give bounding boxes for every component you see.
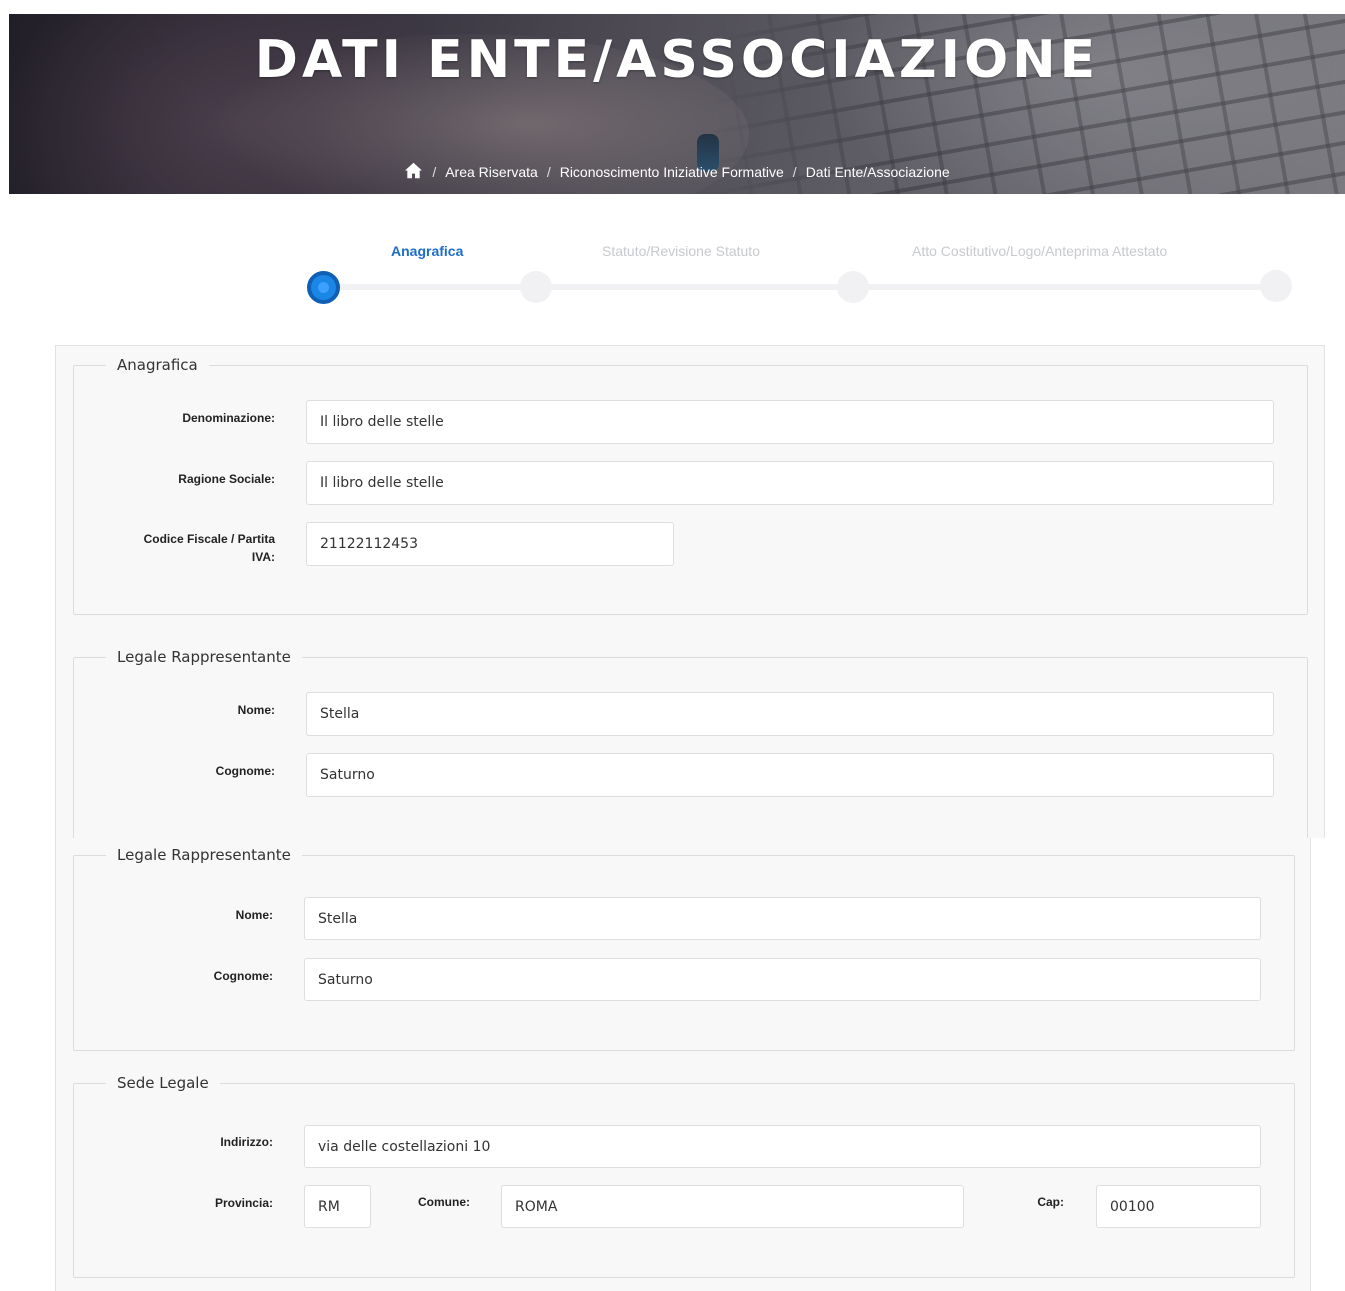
legend-sede-legale: Sede Legale: [117, 1074, 209, 1092]
fieldset-legale-rappresentante: Legale Rappresentante: [73, 648, 1308, 848]
breadcrumb-separator: /: [546, 164, 551, 180]
comune-input[interactable]: ROMA: [501, 1185, 964, 1228]
codice-fiscale-label-line2: IVA:: [251, 550, 275, 564]
step-label-atto-costitutivo[interactable]: Atto Costitutivo/Logo/Anteprima Attestat…: [912, 243, 1167, 259]
codice-fiscale-input[interactable]: 21122112453: [306, 522, 674, 566]
ragione-sociale-input[interactable]: Il libro delle stelle: [306, 461, 1274, 505]
breadcrumb: / Area Riservata / Riconoscimento Inizia…: [9, 162, 1345, 182]
codice-fiscale-label-line1: Codice Fiscale / Partita: [143, 532, 275, 546]
breadcrumb-item-riconoscimento[interactable]: Riconoscimento Iniziative Formative: [560, 164, 784, 180]
breadcrumb-item-current: Dati Ente/Associazione: [805, 164, 950, 180]
step-label-anagrafica[interactable]: Anagrafica: [391, 243, 463, 259]
legend-legale-rappresentante: Legale Rappresentante: [117, 648, 291, 666]
nome-input-2[interactable]: Stella: [304, 897, 1261, 940]
cognome-input-2[interactable]: Saturno: [304, 958, 1261, 1001]
stepper-track: [323, 284, 1288, 290]
breadcrumb-separator: /: [432, 164, 437, 180]
breadcrumb-item-area-riservata[interactable]: Area Riservata: [445, 164, 538, 180]
page-title: DATI ENTE/ASSOCIAZIONE: [254, 30, 1100, 90]
cognome-label-2: Cognome:: [213, 969, 273, 983]
step-end-marker: [1260, 270, 1292, 302]
comune-label: Comune:: [418, 1195, 470, 1209]
cap-label: Cap:: [1037, 1195, 1064, 1209]
form-panel-continued: Legale Rappresentante Nome: Stella Cogno…: [55, 838, 1311, 1291]
legend-anagrafica: Anagrafica: [117, 356, 198, 374]
cognome-label: Cognome:: [215, 764, 275, 778]
home-icon[interactable]: [404, 162, 423, 182]
indirizzo-label: Indirizzo:: [220, 1135, 273, 1149]
step-label-statuto[interactable]: Statuto/Revisione Statuto: [602, 243, 760, 259]
step-dot-active[interactable]: [307, 271, 340, 304]
cap-input[interactable]: 00100: [1096, 1185, 1261, 1228]
denominazione-label: Denominazione:: [182, 411, 275, 425]
nome-label-2: Nome:: [235, 908, 273, 922]
codice-fiscale-label: Codice Fiscale / Partita IVA:: [96, 530, 275, 566]
ragione-sociale-label: Ragione Sociale:: [178, 472, 275, 486]
denominazione-input[interactable]: Il libro delle stelle: [306, 400, 1274, 444]
cognome-input[interactable]: Saturno: [306, 753, 1274, 797]
fieldset-sede-legale: Sede Legale: [73, 1074, 1295, 1278]
legend-legale-rappresentante-2: Legale Rappresentante: [117, 846, 291, 864]
indirizzo-input[interactable]: via delle costellazioni 10: [304, 1125, 1261, 1168]
provincia-input[interactable]: RM: [304, 1185, 371, 1228]
step-dot-statuto[interactable]: [520, 271, 552, 303]
hero-banner: DATI ENTE/ASSOCIAZIONE / Area Riservata …: [9, 14, 1345, 194]
step-dot-atto[interactable]: [837, 271, 869, 303]
fieldset-legale-rappresentante-2: Legale Rappresentante: [73, 846, 1295, 1051]
form-panel: Anagrafica Denominazione: Il libro delle…: [55, 345, 1325, 848]
provincia-label: Provincia:: [214, 1196, 273, 1210]
nome-label: Nome:: [237, 703, 275, 717]
nome-input[interactable]: Stella: [306, 692, 1274, 736]
breadcrumb-separator: /: [792, 164, 797, 180]
